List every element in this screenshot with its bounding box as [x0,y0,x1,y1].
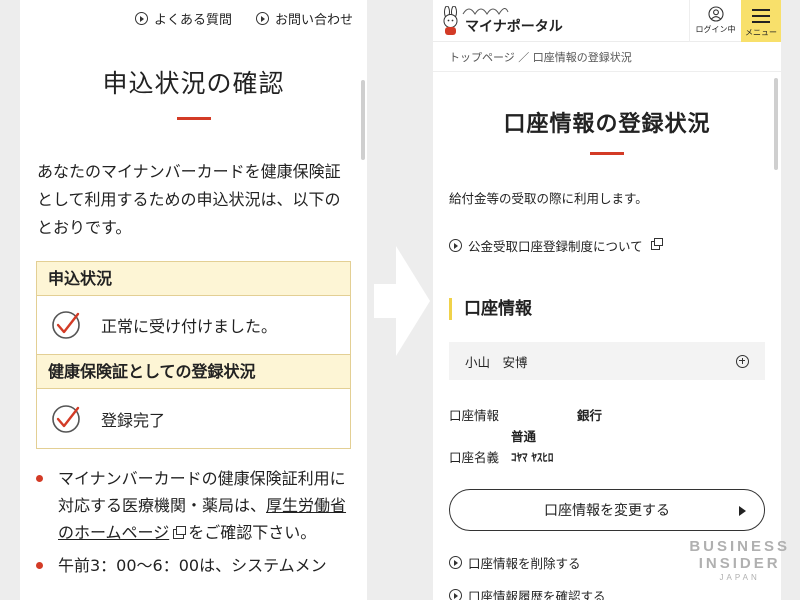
logo-arc-icon [462,8,509,15]
account-holder-accordion[interactable]: 小山 安博 [449,342,765,380]
play-circle-icon [255,12,269,25]
menu-button[interactable]: メニュー [741,0,781,42]
application-status-value: 正常に受け付けました。 [101,317,278,336]
page-title: 申込状況の確認 [102,69,285,98]
right-screen: マイナポータル ログイン中 メニュー トップページ ／ 口座情報の登録状況 口座… [433,0,781,600]
external-link-icon [173,526,187,539]
section-heading: 口座情報 [449,298,781,320]
arrow-right-icon [374,246,430,356]
account-name-label: 口座名義 [449,450,500,465]
faq-link-label: よくある質問 [153,13,232,28]
logo-text: マイナポータル [465,18,563,35]
business-insider-watermark: BUSINESS INSIDER JAPAN [689,538,790,582]
menu-label: メニュー [745,28,777,37]
system-info-link[interactable]: 公金受取口座登録制度について [449,236,781,255]
breadcrumb[interactable]: トップページ ／ 口座情報の登録状況 [433,42,781,72]
system-info-link-label: 公金受取口座登録制度について [468,239,643,254]
intro-text: あなたのマイナンバーカードを健康保険証として利用するための申込状況は、以下のとお… [37,162,341,237]
contact-link[interactable]: お問い合わせ [255,9,353,28]
hamburger-icon [752,9,770,23]
bank-name: 銀行 [577,408,603,423]
check-circle-icon [52,404,80,433]
watermark-line: JAPAN [719,573,760,582]
login-label: ログイン中 [695,25,736,34]
account-name-value: ｺﾔﾏ ﾔｽﾋﾛ [511,451,554,464]
left-header: よくある質問 お問い合わせ [20,0,367,37]
plus-circle-icon[interactable] [736,354,749,368]
triangle-right-icon [739,506,746,516]
delete-account-label: 口座情報を削除する [468,556,581,571]
play-circle-icon [449,589,462,600]
account-type: 普通 [511,429,537,444]
insurance-registration-heading: 健康保険証としての登録状況 [37,355,350,389]
notes-list: マイナンバーカードの健康保険証利用に対応する医療機関・薬局は、厚生労働省のホーム… [36,465,355,579]
title-underline [176,117,211,120]
mynaportal-logo[interactable]: マイナポータル [433,5,563,36]
description-text: 給付金等の受取の際に利用します。 [449,191,648,206]
account-history-label: 口座情報履歴を確認する [468,589,606,600]
watermark-line: BUSINESS [689,538,790,555]
mascot-icon [443,5,458,35]
note-text: 午前3：00〜6：00は、システムメン [58,556,327,575]
change-account-button[interactable]: 口座情報を変更する [449,489,765,531]
account-history-link[interactable]: 口座情報履歴を確認する [449,586,781,600]
status-box: 申込状況 正常に受け付けました。 健康保険証としての登録状況 登録完了 [36,261,351,449]
application-status-heading: 申込状況 [37,262,350,296]
scrollbar[interactable] [361,80,365,160]
right-header: マイナポータル ログイン中 メニュー [433,0,781,42]
left-screen: よくある質問 お問い合わせ 申込状況の確認 あなたのマイナンバーカードを健康保険… [20,0,367,600]
faq-link[interactable]: よくある質問 [134,9,232,28]
list-item: 午前3：00〜6：00は、システムメン [36,552,355,579]
change-account-label: 口座情報を変更する [544,503,670,519]
login-button[interactable]: ログイン中 [689,0,741,42]
play-circle-icon [449,556,462,569]
play-circle-icon [134,12,148,25]
insurance-registration-row: 登録完了 [37,389,350,448]
application-status-row: 正常に受け付けました。 [37,296,350,355]
contact-link-label: お問い合わせ [274,13,353,28]
scrollbar[interactable] [774,78,778,170]
page-title: 口座情報の登録状況 [503,112,711,137]
account-info-label: 口座情報 [449,408,500,423]
watermark-line: INSIDER [698,555,781,572]
play-circle-icon [449,239,462,252]
account-details: 口座情報 銀行 普通 口座名義 ｺﾔﾏ ﾔｽﾋﾛ [449,405,781,468]
check-circle-icon [52,311,80,339]
insurance-registration-value: 登録完了 [101,410,166,430]
list-item: マイナンバーカードの健康保険証利用に対応する医療機関・薬局は、厚生労働省のホーム… [36,465,355,546]
user-icon [707,6,724,22]
title-underline [590,152,624,155]
external-link-icon [650,238,663,250]
account-holder-name: 小山 安博 [465,354,528,370]
note-text: をご確認下さい。 [188,523,317,542]
